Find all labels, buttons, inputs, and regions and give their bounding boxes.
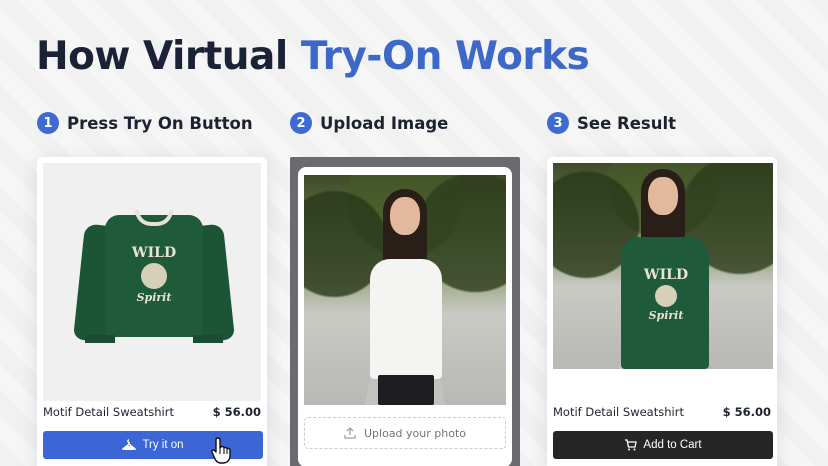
step-1-label: Press Try On Button	[67, 113, 253, 133]
print-script-text: Spirit	[136, 291, 172, 304]
step-2-number: 2	[290, 112, 312, 134]
product-info-row: Motif Detail Sweatshirt $ 56.00	[553, 405, 771, 419]
sweatshirt-cuff	[193, 335, 223, 343]
step-3-label: See Result	[577, 113, 677, 133]
upload-photo-button[interactable]: Upload your photo	[304, 417, 506, 449]
step-2-heading: 2 Upload Image	[290, 111, 448, 135]
uploaded-photo	[304, 175, 506, 405]
result-card: WILD Spirit Motif Detail Sweatshirt $ 56…	[547, 157, 777, 466]
step-1-heading: 1 Press Try On Button	[37, 111, 253, 135]
product-image[interactable]: WILD Spirit	[43, 163, 261, 401]
product-price: $ 56.00	[722, 405, 771, 419]
page-title: How Virtual Try-On Works	[36, 34, 590, 79]
person-pants	[378, 375, 434, 405]
step-3-number: 3	[547, 112, 569, 134]
upload-card: Upload your photo	[290, 157, 520, 466]
sweatshirt-print: WILD Spirit	[641, 267, 691, 322]
sweatshirt-print: WILD Spirit	[125, 245, 183, 304]
upload-label: Upload your photo	[364, 426, 466, 440]
title-part-2: Try-On Works	[300, 34, 590, 79]
hand-cursor-icon	[210, 436, 236, 464]
person-white-shirt	[370, 259, 442, 379]
product-name: Motif Detail Sweatshirt	[43, 405, 174, 419]
print-text: WILD	[643, 267, 689, 283]
person-face	[648, 177, 678, 215]
step-1-number: 1	[37, 112, 59, 134]
product-name: Motif Detail Sweatshirt	[553, 405, 684, 419]
print-emblem	[655, 285, 677, 307]
print-emblem	[141, 263, 167, 289]
product-price: $ 56.00	[212, 405, 261, 419]
add-to-cart-button[interactable]: Add to Cart	[553, 431, 773, 459]
step-3-heading: 3 See Result	[547, 111, 676, 135]
try-it-on-label: Try it on	[142, 439, 184, 451]
print-script-text: Spirit	[648, 309, 684, 322]
add-to-cart-label: Add to Cart	[643, 439, 702, 451]
upload-card-inner: Upload your photo	[298, 167, 512, 466]
result-photo: WILD Spirit	[553, 163, 773, 369]
product-card: WILD Spirit Motif Detail Sweatshirt $ 56…	[37, 157, 267, 466]
step-2-label: Upload Image	[320, 113, 449, 133]
title-part-1: How Virtual	[36, 34, 301, 79]
sweatshirt-cuff	[85, 335, 115, 343]
product-info-row: Motif Detail Sweatshirt $ 56.00	[43, 405, 261, 419]
print-text: WILD	[131, 245, 177, 261]
hanger-icon	[122, 439, 137, 451]
upload-icon	[344, 427, 356, 439]
person-face	[390, 197, 420, 235]
cart-icon	[624, 439, 638, 451]
